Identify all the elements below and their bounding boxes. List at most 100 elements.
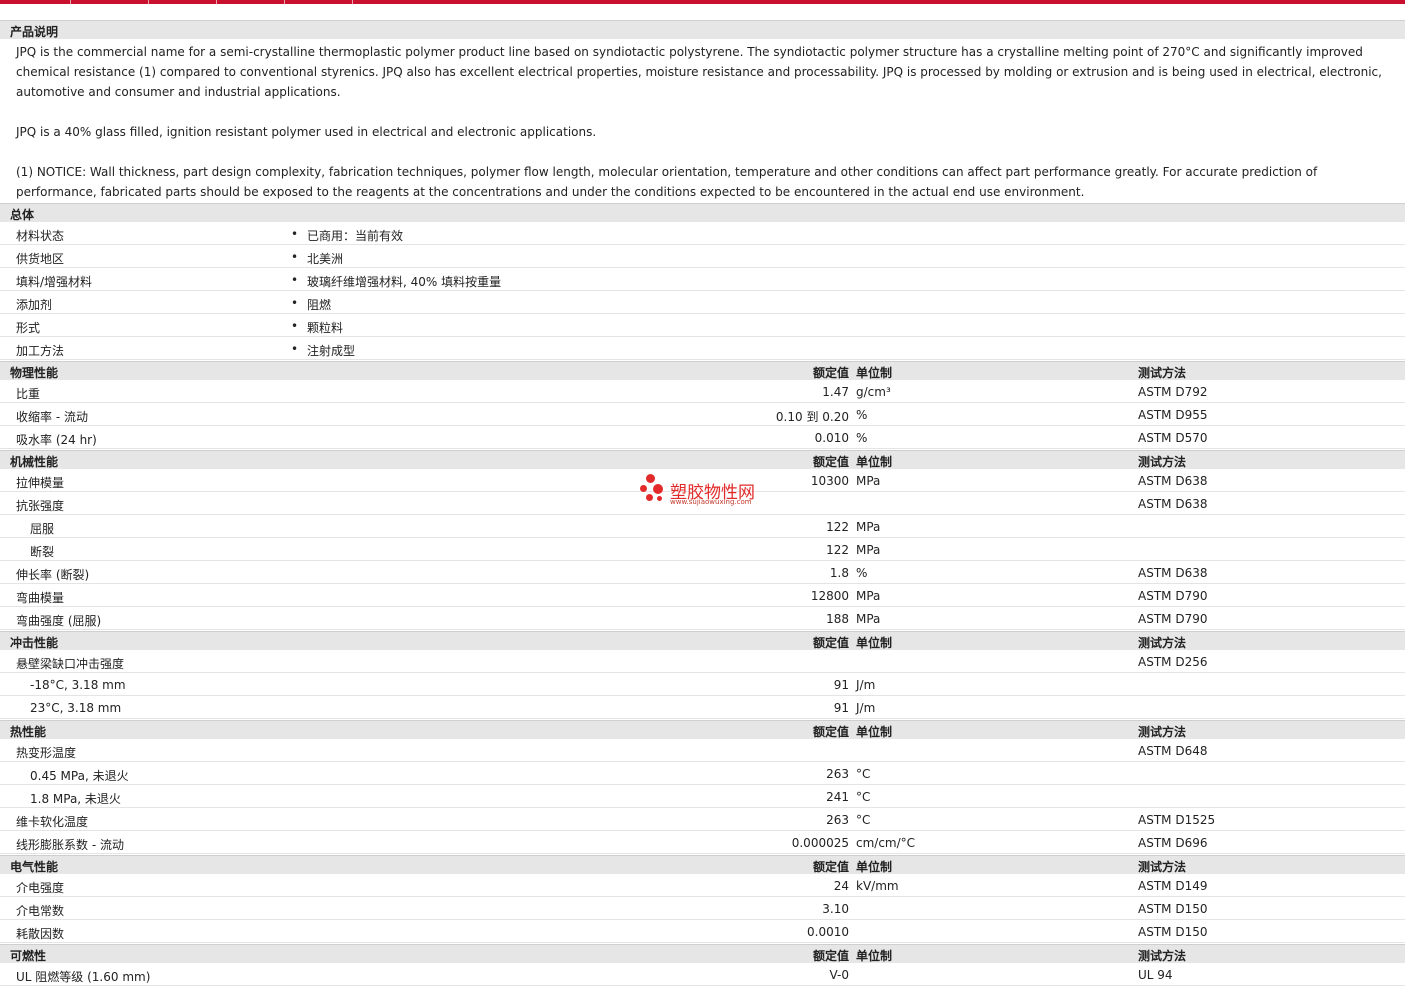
section-title: 电气性能 <box>10 860 59 874</box>
property-row: UL 阻燃等级 (1.60 mm) V-0 UL 94 <box>0 963 1405 986</box>
property-name: 介电常数 <box>16 904 65 918</box>
general-row: 加工方法 • 注射成型 <box>0 337 1405 360</box>
property-value: 12800 <box>810 589 849 603</box>
test-method: ASTM D570 <box>1138 431 1208 445</box>
property-value: 0.10 到 0.20 <box>775 410 849 424</box>
section-title: 机械性能 <box>10 455 59 469</box>
property-name: 形式 <box>16 321 41 335</box>
property-name: 吸水率 (24 hr) <box>16 433 97 447</box>
column-header-value: 额定值 <box>812 949 849 963</box>
property-name: 加工方法 <box>16 344 65 358</box>
bullet-icon: • <box>291 319 299 333</box>
property-row: 介电常数 3.10 ASTM D150 <box>0 897 1405 920</box>
property-name: UL 阻燃等级 (1.60 mm) <box>16 970 151 984</box>
property-name: 热变形温度 <box>16 746 77 760</box>
bullet-icon: • <box>291 250 299 264</box>
property-row: 悬壁梁缺口冲击强度 ASTM D256 <box>0 650 1405 673</box>
property-unit: MPa <box>856 543 881 557</box>
general-row: 形式 • 颗粒料 <box>0 314 1405 337</box>
test-method: ASTM D790 <box>1138 612 1208 626</box>
column-header-method: 测试方法 <box>1138 725 1187 739</box>
property-name: 23°C, 3.18 mm <box>30 701 122 715</box>
property-unit: % <box>856 566 868 580</box>
section-header-thermal: 热性能 额定值 单位制 测试方法 <box>0 720 1405 739</box>
property-unit: MPa <box>856 474 881 488</box>
section-title: 可燃性 <box>10 949 47 963</box>
product-description: JPQ is the commercial name for a semi-cr… <box>16 42 1396 202</box>
property-name: 比重 <box>16 387 41 401</box>
property-value: 3.10 <box>822 902 849 916</box>
description-paragraph: (1) NOTICE: Wall thickness, part design … <box>16 165 1318 199</box>
property-unit: MPa <box>856 612 881 626</box>
section-title: 总体 <box>10 208 35 222</box>
property-value: 122 <box>826 520 849 534</box>
property-name: 维卡软化温度 <box>16 815 89 829</box>
column-header-unit: 单位制 <box>856 636 893 650</box>
property-row: -18°C, 3.18 mm 91 J/m <box>0 673 1405 696</box>
property-value: 122 <box>826 543 849 557</box>
property-unit: °C <box>856 813 871 827</box>
property-value: 10300 <box>810 474 849 488</box>
test-method: ASTM D955 <box>1138 408 1208 422</box>
watermark-logo: 塑胶物性网 www.sujiaowuxing.com <box>640 474 780 510</box>
section-title: 产品说明 <box>10 25 59 39</box>
property-row: 断裂 122 MPa <box>0 538 1405 561</box>
property-value: 注射成型 <box>307 344 356 358</box>
test-method: ASTM D1525 <box>1138 813 1216 827</box>
property-value: 188 <box>826 612 849 626</box>
property-row: 介电强度 24 kV/mm ASTM D149 <box>0 874 1405 897</box>
property-name: 介电强度 <box>16 881 65 895</box>
property-name: 添加剂 <box>16 298 53 312</box>
property-value: 263 <box>826 813 849 827</box>
property-name: 悬壁梁缺口冲击强度 <box>16 657 125 671</box>
column-header-method: 测试方法 <box>1138 949 1187 963</box>
property-value: 北美洲 <box>307 252 344 266</box>
property-name: 弯曲模量 <box>16 591 65 605</box>
property-name: 1.8 MPa, 未退火 <box>30 792 121 806</box>
property-value: 0.010 <box>814 431 849 445</box>
section-header-description: 产品说明 <box>0 20 1405 39</box>
property-value: 阻燃 <box>307 298 332 312</box>
property-row: 比重 1.47 g/cm³ ASTM D792 <box>0 380 1405 403</box>
column-header-unit: 单位制 <box>856 366 893 380</box>
bullet-icon: • <box>291 227 299 241</box>
section-header-mechanical: 机械性能 额定值 单位制 测试方法 <box>0 450 1405 469</box>
column-header-method: 测试方法 <box>1138 455 1187 469</box>
property-value: 已商用：当前有效 <box>307 229 404 243</box>
property-name: 材料状态 <box>16 229 65 243</box>
property-name: 抗张强度 <box>16 499 65 513</box>
property-unit: cm/cm/°C <box>856 836 916 850</box>
property-value: 颗粒料 <box>307 321 344 335</box>
property-unit: °C <box>856 790 871 804</box>
property-value: 91 <box>833 701 849 715</box>
test-method: ASTM D150 <box>1138 902 1208 916</box>
property-name: 拉伸模量 <box>16 476 65 490</box>
test-method: UL 94 <box>1138 968 1173 982</box>
property-unit: kV/mm <box>856 879 899 893</box>
property-name: 耗散因数 <box>16 927 65 941</box>
section-header-physical: 物理性能 额定值 单位制 测试方法 <box>0 361 1405 380</box>
column-header-unit: 单位制 <box>856 725 893 739</box>
property-row: 弯曲模量 12800 MPa ASTM D790 <box>0 584 1405 607</box>
test-method: ASTM D638 <box>1138 566 1208 580</box>
general-row: 供货地区 • 北美洲 <box>0 245 1405 268</box>
property-row: 维卡软化温度 263 °C ASTM D1525 <box>0 808 1405 831</box>
property-unit: J/m <box>856 701 876 715</box>
test-method: ASTM D790 <box>1138 589 1208 603</box>
general-row: 填料/增强材料 • 玻璃纤维增强材料, 40% 填料按重量 <box>0 268 1405 291</box>
property-row: 0.45 MPa, 未退火 263 °C <box>0 762 1405 785</box>
property-value: 24 <box>833 879 849 893</box>
property-row: 1.8 MPa, 未退火 241 °C <box>0 785 1405 808</box>
property-name: 断裂 <box>30 545 55 559</box>
property-row: 弯曲强度 (屈服) 188 MPa ASTM D790 <box>0 607 1405 630</box>
property-unit: MPa <box>856 589 881 603</box>
section-header-general: 总体 <box>0 203 1405 222</box>
watermark-url: www.sujiaowuxing.com <box>670 498 752 506</box>
property-value: 241 <box>826 790 849 804</box>
property-name: -18°C, 3.18 mm <box>30 678 126 692</box>
bullet-icon: • <box>291 342 299 356</box>
test-method: ASTM D150 <box>1138 925 1208 939</box>
description-paragraph: JPQ is a 40% glass filled, ignition resi… <box>16 125 597 139</box>
section-title: 热性能 <box>10 725 47 739</box>
property-row: 耗散因数 0.0010 ASTM D150 <box>0 920 1405 943</box>
